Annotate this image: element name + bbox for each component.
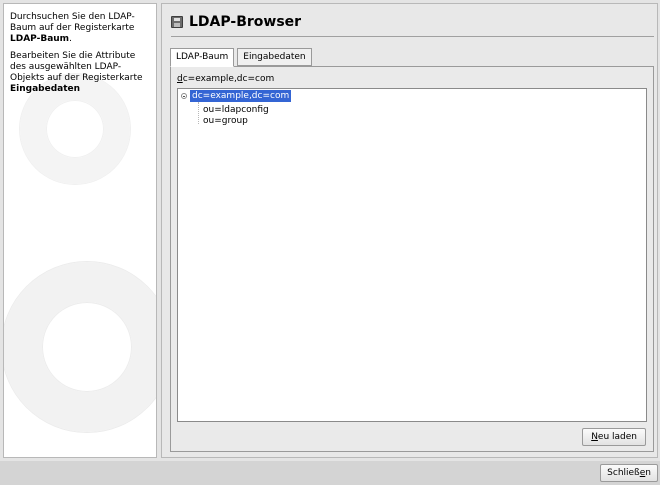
collapse-icon[interactable] (181, 93, 187, 99)
help-panel: Durchsuchen Sie den LDAP-Baum auf der Re… (3, 3, 157, 458)
main-area: LDAP-Browser LDAP-Baum Eingabedaten dc=e… (161, 3, 658, 458)
tab-ldap-baum[interactable]: LDAP-Baum (170, 48, 235, 67)
tree-row-root[interactable]: dc=example,dc=com (178, 90, 298, 102)
reload-button[interactable]: Neu laden (582, 428, 646, 446)
disk-icon (171, 16, 183, 28)
ldap-tree[interactable]: dc=example,dc=com ou=ldapconfig ou=group (177, 88, 647, 422)
help-text-emphasis: Eingabedaten (10, 84, 81, 94)
title-divider (171, 36, 654, 37)
close-label-end: n (645, 468, 651, 478)
help-paragraph-2: Bearbeiten Sie die Attribute des ausgewä… (10, 51, 150, 95)
tab-bar: LDAP-Baum Eingabedaten (170, 48, 315, 67)
help-paragraph-1: Durchsuchen Sie den LDAP-Baum auf der Re… (10, 12, 150, 45)
reload-label: eu laden (597, 432, 637, 442)
close-label-start: Schließ (607, 468, 640, 478)
help-text: Durchsuchen Sie den LDAP-Baum auf der Re… (4, 4, 156, 95)
tree-guide-line (198, 102, 199, 124)
help-text-emphasis: LDAP-Baum (10, 34, 70, 44)
reload-mnemonic: N (591, 432, 598, 442)
lifebuoy-watermark-large (4, 262, 156, 432)
help-text-fragment: Bearbeiten Sie die Attribute des ausgewä… (10, 51, 143, 83)
tree-root-label[interactable]: dc=example,dc=com (190, 90, 292, 102)
help-text-fragment: Durchsuchen Sie den LDAP-Baum auf der Re… (10, 12, 135, 33)
help-text-fragment: . (69, 34, 72, 44)
tree-node-group[interactable]: ou=group (203, 115, 248, 127)
close-button[interactable]: Schließen (600, 464, 658, 482)
tab-eingabedaten[interactable]: Eingabedaten (237, 48, 312, 66)
bottom-bar: Schließen (0, 461, 660, 485)
page-title: LDAP-Browser (189, 14, 302, 30)
tab-panel: dc=example,dc=com dc=example,dc=com ou=l… (170, 66, 654, 452)
path-text: c=example,dc=com (182, 74, 275, 84)
tree-path-label: dc=example,dc=com (177, 74, 274, 84)
page-header: LDAP-Browser (171, 12, 301, 32)
